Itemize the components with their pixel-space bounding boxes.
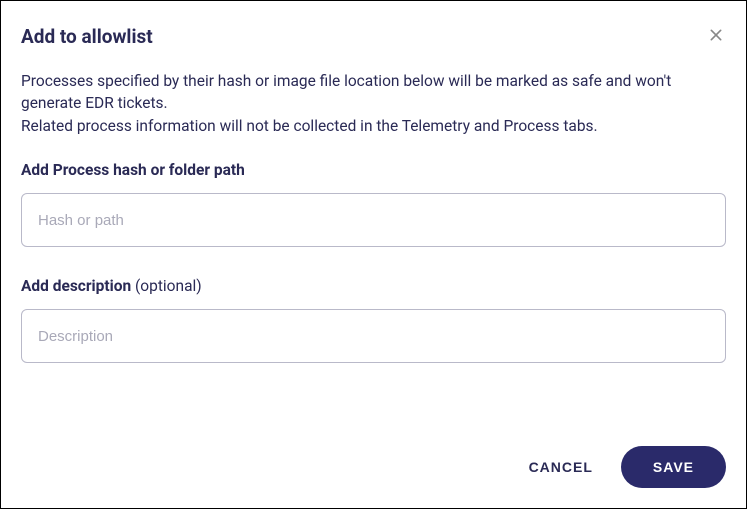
dialog-title: Add to allowlist: [21, 25, 153, 48]
close-button[interactable]: [706, 25, 726, 45]
hash-input[interactable]: [21, 193, 726, 247]
description-line-1: Processes specified by their hash or ima…: [21, 72, 671, 112]
description-field-label: Add description (optional): [21, 277, 726, 295]
description-input[interactable]: [21, 309, 726, 363]
add-to-allowlist-dialog: Add to allowlist Processes specified by …: [0, 0, 747, 509]
hash-field-label: Add Process hash or folder path: [21, 161, 726, 179]
dialog-header: Add to allowlist: [21, 25, 726, 48]
cancel-button[interactable]: CANCEL: [529, 459, 593, 475]
description-line-2: Related process information will not be …: [21, 117, 598, 135]
dialog-actions: CANCEL SAVE: [21, 430, 726, 488]
description-field-group: Add description (optional): [21, 277, 726, 363]
dialog-description: Processes specified by their hash or ima…: [21, 70, 726, 137]
hash-field-group: Add Process hash or folder path: [21, 161, 726, 247]
save-button[interactable]: SAVE: [621, 446, 726, 488]
close-icon: [708, 27, 724, 43]
